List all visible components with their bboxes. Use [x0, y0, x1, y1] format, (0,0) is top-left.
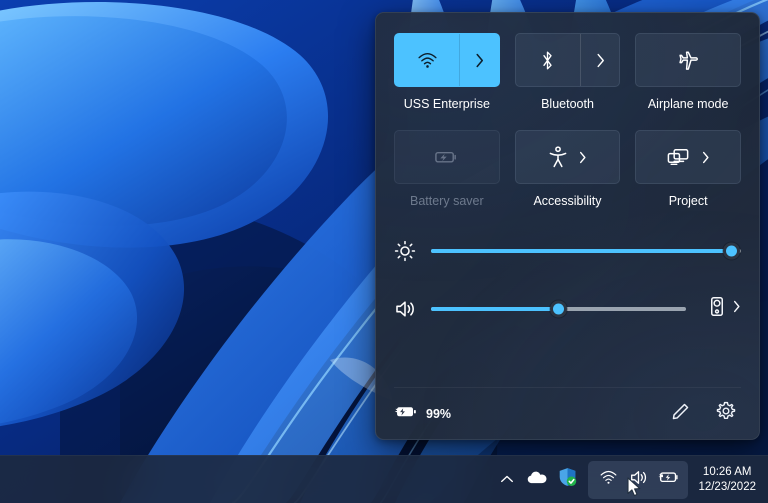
quick-tile-cell-wifi: USS Enterprise [394, 33, 500, 112]
volume-tray-icon-button[interactable] [623, 461, 653, 499]
brightness-slider-row[interactable] [394, 239, 741, 263]
quick-tile-cell-accessibility: Accessibility [515, 130, 621, 209]
brightness-track[interactable] [431, 249, 741, 253]
accessibility-open-button[interactable] [516, 131, 620, 183]
airplane-icon [677, 50, 700, 71]
battery-charging-icon [658, 470, 679, 489]
project-open-button[interactable] [636, 131, 740, 183]
battery-status[interactable]: 99% [394, 404, 451, 424]
brightness-fill [431, 249, 732, 253]
quick-tile-cell-bluetooth: Bluetooth [515, 33, 621, 112]
quick-tile-label-project: Project [669, 193, 708, 209]
volume-track[interactable] [431, 307, 686, 311]
battery-saver-toggle-button [395, 131, 499, 183]
clock-time: 10:26 AM [698, 465, 756, 480]
slider-section [394, 239, 741, 321]
defender-shield-icon [558, 467, 577, 492]
volume-track-wrap[interactable] [431, 300, 686, 318]
open-settings-button[interactable] [711, 399, 741, 429]
quick-tile-label-airplane-mode: Airplane mode [648, 96, 729, 112]
brightness-sun-icon [394, 240, 416, 262]
onedrive-tray-button[interactable] [522, 461, 552, 499]
battery-charging-icon [394, 404, 417, 424]
pencil-edit-icon [671, 402, 690, 426]
quick-tile-cell-battery-saver: Battery saver [394, 130, 500, 209]
desktop-screen: USS Enterprise [0, 0, 768, 503]
volume-thumb[interactable] [550, 301, 567, 318]
wifi-toggle-button[interactable] [395, 34, 459, 86]
project-screens-icon [666, 147, 691, 167]
volume-fill [431, 307, 559, 311]
taskbar-clock[interactable]: 10:26 AM 12/23/2022 [698, 460, 756, 500]
quick-tile-grid-row-1: USS Enterprise [394, 33, 741, 112]
quick-tile-label-wifi: USS Enterprise [404, 96, 490, 112]
edit-quick-settings-button[interactable] [665, 399, 695, 429]
windows-security-tray-button[interactable] [552, 461, 582, 499]
wifi-icon [417, 52, 438, 69]
quick-tile-label-accessibility: Accessibility [533, 193, 601, 209]
onedrive-cloud-icon [527, 470, 548, 490]
quick-tile-label-bluetooth: Bluetooth [541, 96, 594, 112]
battery-saver-icon [434, 149, 459, 165]
quick-tile-grid-row-2: Battery saver [394, 130, 741, 209]
brightness-track-wrap[interactable] [431, 242, 741, 260]
volume-slider-row[interactable] [394, 297, 741, 321]
chevron-right-icon [701, 150, 710, 165]
quick-tile-label-battery-saver: Battery saver [410, 193, 484, 209]
quick-settings-tray-group[interactable] [588, 461, 688, 499]
footer-actions [665, 399, 741, 429]
chevron-right-icon [595, 52, 606, 69]
taskbar[interactable]: 10:26 AM 12/23/2022 [0, 455, 768, 503]
quick-tile-cell-airplane-mode: Airplane mode [635, 33, 741, 112]
quick-tile-wifi[interactable] [394, 33, 500, 87]
wifi-icon [599, 470, 618, 490]
accessibility-icon [548, 146, 568, 168]
speaker-volume-icon [629, 469, 648, 491]
quick-tile-accessibility[interactable] [515, 130, 621, 184]
wifi-expand-button[interactable] [459, 34, 498, 86]
quick-tile-airplane-mode[interactable] [635, 33, 741, 87]
system-tray: 10:26 AM 12/23/2022 [492, 460, 760, 500]
audio-output-device-icon[interactable] [709, 296, 725, 322]
speaker-volume-icon [394, 299, 416, 319]
quick-settings-footer: 99% [394, 387, 741, 439]
network-tray-icon-button[interactable] [593, 461, 623, 499]
quick-tile-bluetooth[interactable] [515, 33, 621, 87]
airplane-mode-toggle-button[interactable] [636, 34, 740, 86]
quick-tile-battery-saver [394, 130, 500, 184]
battery-percent-label: 99% [426, 407, 451, 421]
chevron-right-icon [474, 52, 485, 69]
bluetooth-toggle-button[interactable] [516, 34, 580, 86]
chevron-right-icon [578, 150, 587, 165]
chevron-up-icon [500, 471, 514, 489]
bluetooth-expand-button[interactable] [580, 34, 619, 86]
gear-settings-icon [716, 401, 736, 426]
show-hidden-icons-button[interactable] [492, 461, 522, 499]
bluetooth-icon [540, 50, 555, 71]
quick-tile-project[interactable] [635, 130, 741, 184]
battery-tray-icon-button[interactable] [653, 461, 683, 499]
quick-tile-cell-project: Project [635, 130, 741, 209]
brightness-thumb[interactable] [723, 243, 740, 260]
quick-settings-panel[interactable]: USS Enterprise [375, 12, 760, 440]
clock-date: 12/23/2022 [698, 480, 756, 495]
volume-output-selector[interactable] [709, 296, 741, 322]
chevron-right-icon[interactable] [732, 299, 741, 319]
